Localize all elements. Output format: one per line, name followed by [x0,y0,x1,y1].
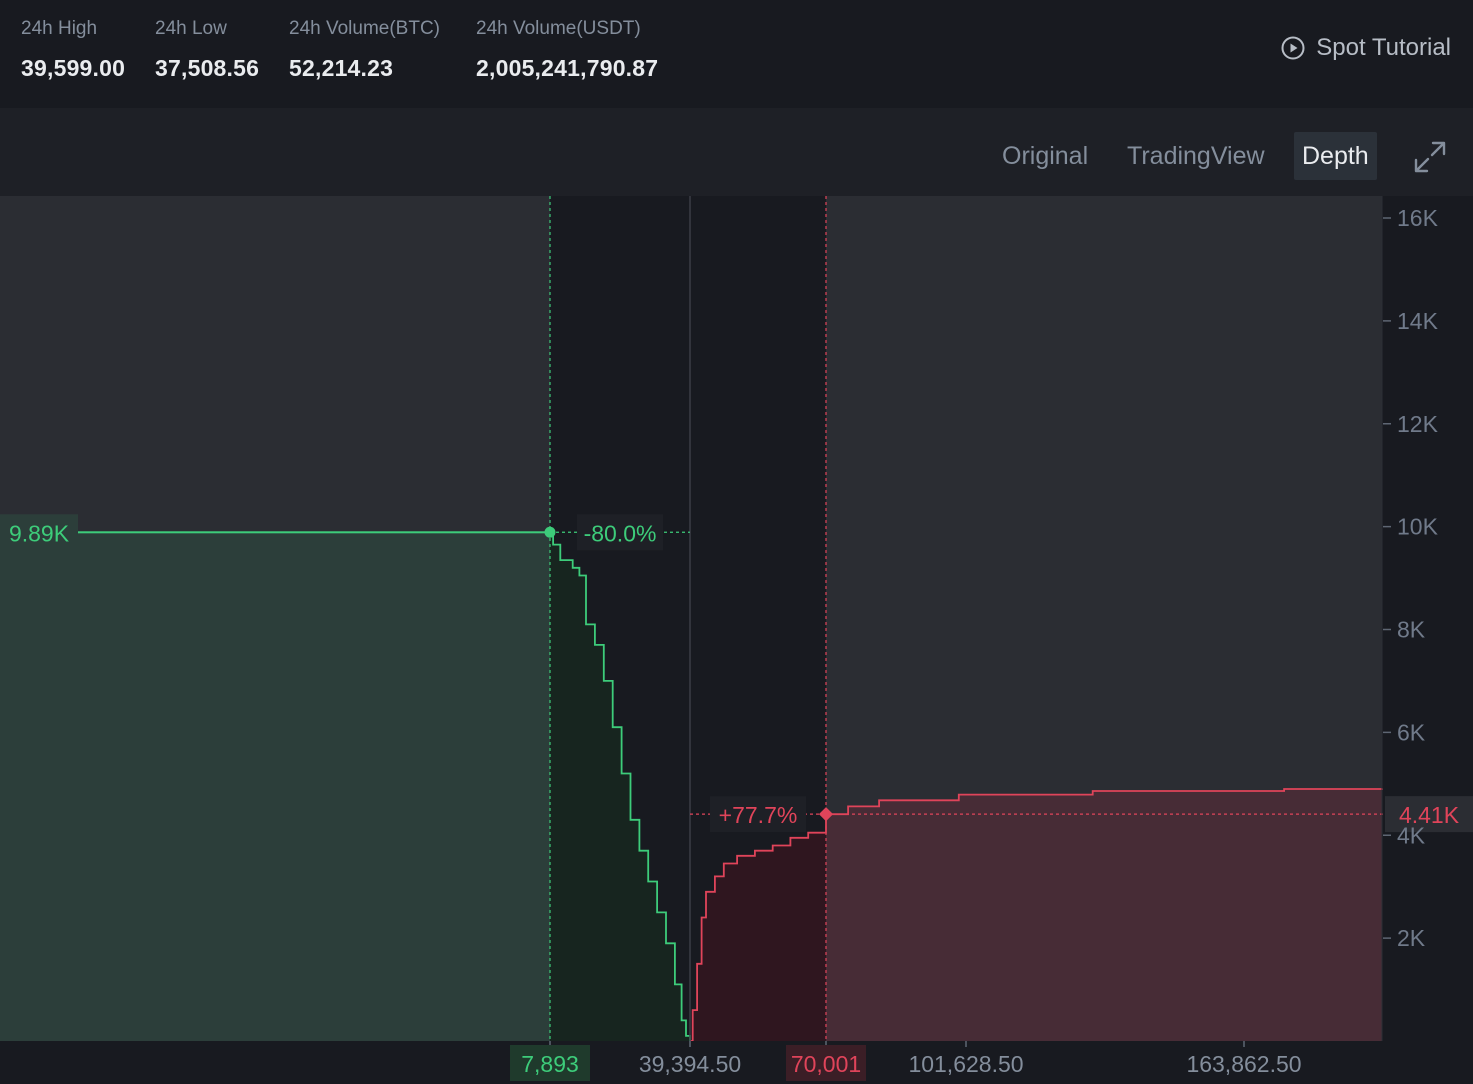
x-tick-label: 101,628.50 [908,1051,1023,1077]
ask-pct-label-text: +77.7% [719,802,798,828]
bid-pct-label-text: -80.0% [584,520,657,546]
stat-label: 24h High [21,18,98,39]
chart-toolbar: Original TradingView Depth [0,108,1473,196]
expand-arrows-icon[interactable] [1413,140,1447,174]
bid-depth-label: 9.89K [0,514,78,551]
stat-value: 52,214.23 [289,55,394,81]
y-tick-label: 14K [1397,308,1439,334]
y-tick-label: 6K [1397,719,1426,745]
bid-depth-label-text: 9.89K [9,520,70,546]
y-tick-label: 8K [1397,617,1426,643]
stat-24h-high: 24h High 39,599.00 [21,18,125,82]
stat-value: 2,005,241,790.87 [476,55,659,81]
stat-label: 24h Volume(USDT) [476,18,641,39]
y-tick-label: 10K [1397,514,1439,540]
stat-value: 37,508.56 [155,55,260,81]
y-tick-label: 16K [1397,205,1439,231]
bid-marker-point [544,526,556,538]
tab-depth[interactable]: Depth [1294,132,1377,180]
stat-label: 24h Low [155,18,227,39]
spot-tutorial-label: Spot Tutorial [1316,34,1451,61]
bid-area-outer [0,532,550,1041]
tab-tradingview[interactable]: TradingView [1119,132,1273,180]
depth-chart[interactable]: 9.89K -80.0% +77.7% 4.41K 2K 4K 6K 8K 10K 12K 14K 1… [0,196,1473,1084]
bid-pct-label: -80.0% [577,514,663,551]
x-tick-label: 163,862.50 [1186,1051,1301,1077]
y-tick-label: 4K [1397,822,1426,848]
stat-label: 24h Volume(BTC) [289,18,441,39]
stat-24h-volume-usdt: 24h Volume(USDT) 2,005,241,790.87 [476,18,658,82]
spot-tutorial-link[interactable]: Spot Tutorial [1280,34,1451,62]
ask-area-outer [826,788,1382,1041]
play-circle-icon [1281,36,1305,60]
depth-chart-svg: 9.89K -80.0%+77.7% 4.41K2K4K6K8K10K12K14K1… [0,196,1473,1084]
ticker-stats-bar: 24h High 39,599.00 24h Low 37,508.56 24h… [0,0,1473,108]
y-tick-label: 2K [1397,925,1426,951]
stat-24h-volume-btc: 24h Volume(BTC) 52,214.23 [289,18,440,82]
ask-pct-label: +77.7% [710,796,806,833]
y-tick-label: 12K [1397,411,1439,437]
stat-value: 39,599.00 [21,55,126,81]
tab-original[interactable]: Original [994,132,1096,180]
x-tick-label: 39,394.50 [639,1051,741,1077]
stat-24h-low: 24h Low 37,508.56 [155,18,259,82]
x-tick-label: 70,001 [791,1051,861,1077]
x-tick-label: 7,893 [521,1051,579,1077]
